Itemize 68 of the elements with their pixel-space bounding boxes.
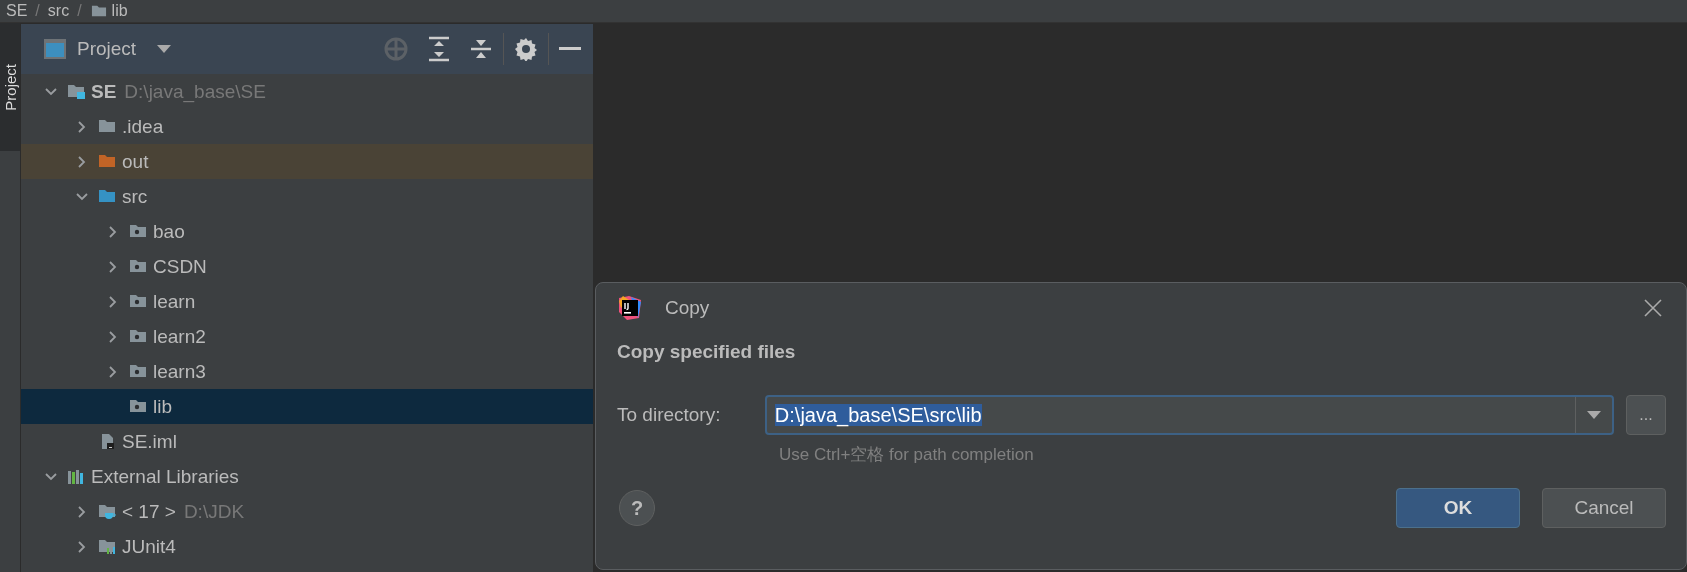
breadcrumb-separator: /: [35, 2, 40, 20]
tree-row[interactable]: learn2: [21, 319, 593, 354]
tree-label: JUnit4: [122, 535, 176, 558]
package-folder-icon: [129, 328, 147, 345]
hint-text: Use Ctrl+空格 for path completion: [779, 444, 1035, 466]
cancel-button[interactable]: Cancel: [1542, 488, 1666, 528]
library-folder-icon: [98, 538, 116, 555]
module-folder-icon: [67, 83, 85, 100]
tree-label: SE.iml: [122, 430, 177, 453]
tree-label: learn2: [153, 325, 206, 348]
tree-label: lib: [153, 395, 172, 418]
breadcrumb-separator: /: [77, 2, 82, 20]
tree-label: learn: [153, 290, 196, 313]
directory-combo-box[interactable]: D:\java_base\SE\src\lib: [764, 395, 1615, 435]
tree-row[interactable]: CSDN: [21, 249, 593, 284]
tree-row[interactable]: External Libraries: [21, 459, 593, 494]
minimize-icon[interactable]: [559, 46, 581, 52]
package-folder-icon: [129, 223, 147, 240]
help-button[interactable]: ?: [619, 490, 655, 526]
browse-button[interactable]: ...: [1626, 395, 1666, 435]
dropdown-caret-icon[interactable]: [156, 44, 173, 54]
folder-icon: [98, 188, 116, 205]
folder-icon: [89, 3, 108, 19]
tree-label: learn3: [153, 360, 206, 383]
dialog-title: Copy: [665, 297, 710, 319]
package-folder-icon: [129, 363, 147, 380]
breadcrumb-item[interactable]: SE: [6, 2, 28, 20]
tree-row[interactable]: < 17 > D:\JDK: [21, 494, 593, 529]
breadcrumb-item[interactable]: src: [47, 2, 70, 20]
tree-label: < 17 >: [122, 500, 176, 523]
folder-icon: [98, 118, 116, 135]
side-tab[interactable]: Project: [0, 23, 20, 151]
cup-folder-icon: [98, 503, 116, 520]
close-icon[interactable]: [1644, 299, 1662, 317]
path-label: D:\JDK: [183, 500, 245, 523]
tree-row[interactable]: JUnit4: [21, 529, 593, 564]
tree-row[interactable]: out: [21, 144, 593, 179]
tree-row[interactable]: learn3: [21, 354, 593, 389]
tree-label: SE: [91, 80, 117, 103]
tree-row[interactable]: SE.iml: [21, 424, 593, 459]
tree-row[interactable]: bao: [21, 214, 593, 249]
tree-row[interactable]: lib: [21, 389, 593, 424]
tree-label: CSDN: [153, 255, 207, 278]
panel-title[interactable]: Project: [77, 38, 137, 60]
expand-all-icon[interactable]: [427, 36, 451, 62]
breadcrumb-item[interactable]: lib: [111, 2, 128, 20]
app-logo-icon: [617, 295, 643, 321]
package-folder-icon: [129, 258, 147, 275]
path-label: D:\java_base\SE: [124, 80, 266, 103]
tree-label: bao: [153, 220, 185, 243]
tree-row[interactable]: learn: [21, 284, 593, 319]
field-label: To directory:: [617, 404, 722, 426]
folder-icon: [98, 153, 116, 170]
tree-row[interactable]: SE D:\java_base\SE: [21, 74, 593, 109]
settings-icon[interactable]: [514, 37, 538, 61]
ok-button[interactable]: OK: [1396, 488, 1520, 528]
dropdown-caret-icon[interactable]: [1587, 411, 1602, 419]
tree-label: out: [122, 150, 149, 173]
library-bars-icon: [67, 468, 85, 485]
tree-label: .idea: [122, 115, 164, 138]
tree-label: src: [122, 185, 148, 208]
package-folder-icon: [129, 398, 147, 415]
package-folder-icon: [129, 293, 147, 310]
tree-label: External Libraries: [91, 465, 239, 488]
tree-row[interactable]: src: [21, 179, 593, 214]
tree-row[interactable]: .idea: [21, 109, 593, 144]
window-icon: [43, 38, 67, 60]
dialog-heading: Copy specified files: [617, 341, 797, 363]
